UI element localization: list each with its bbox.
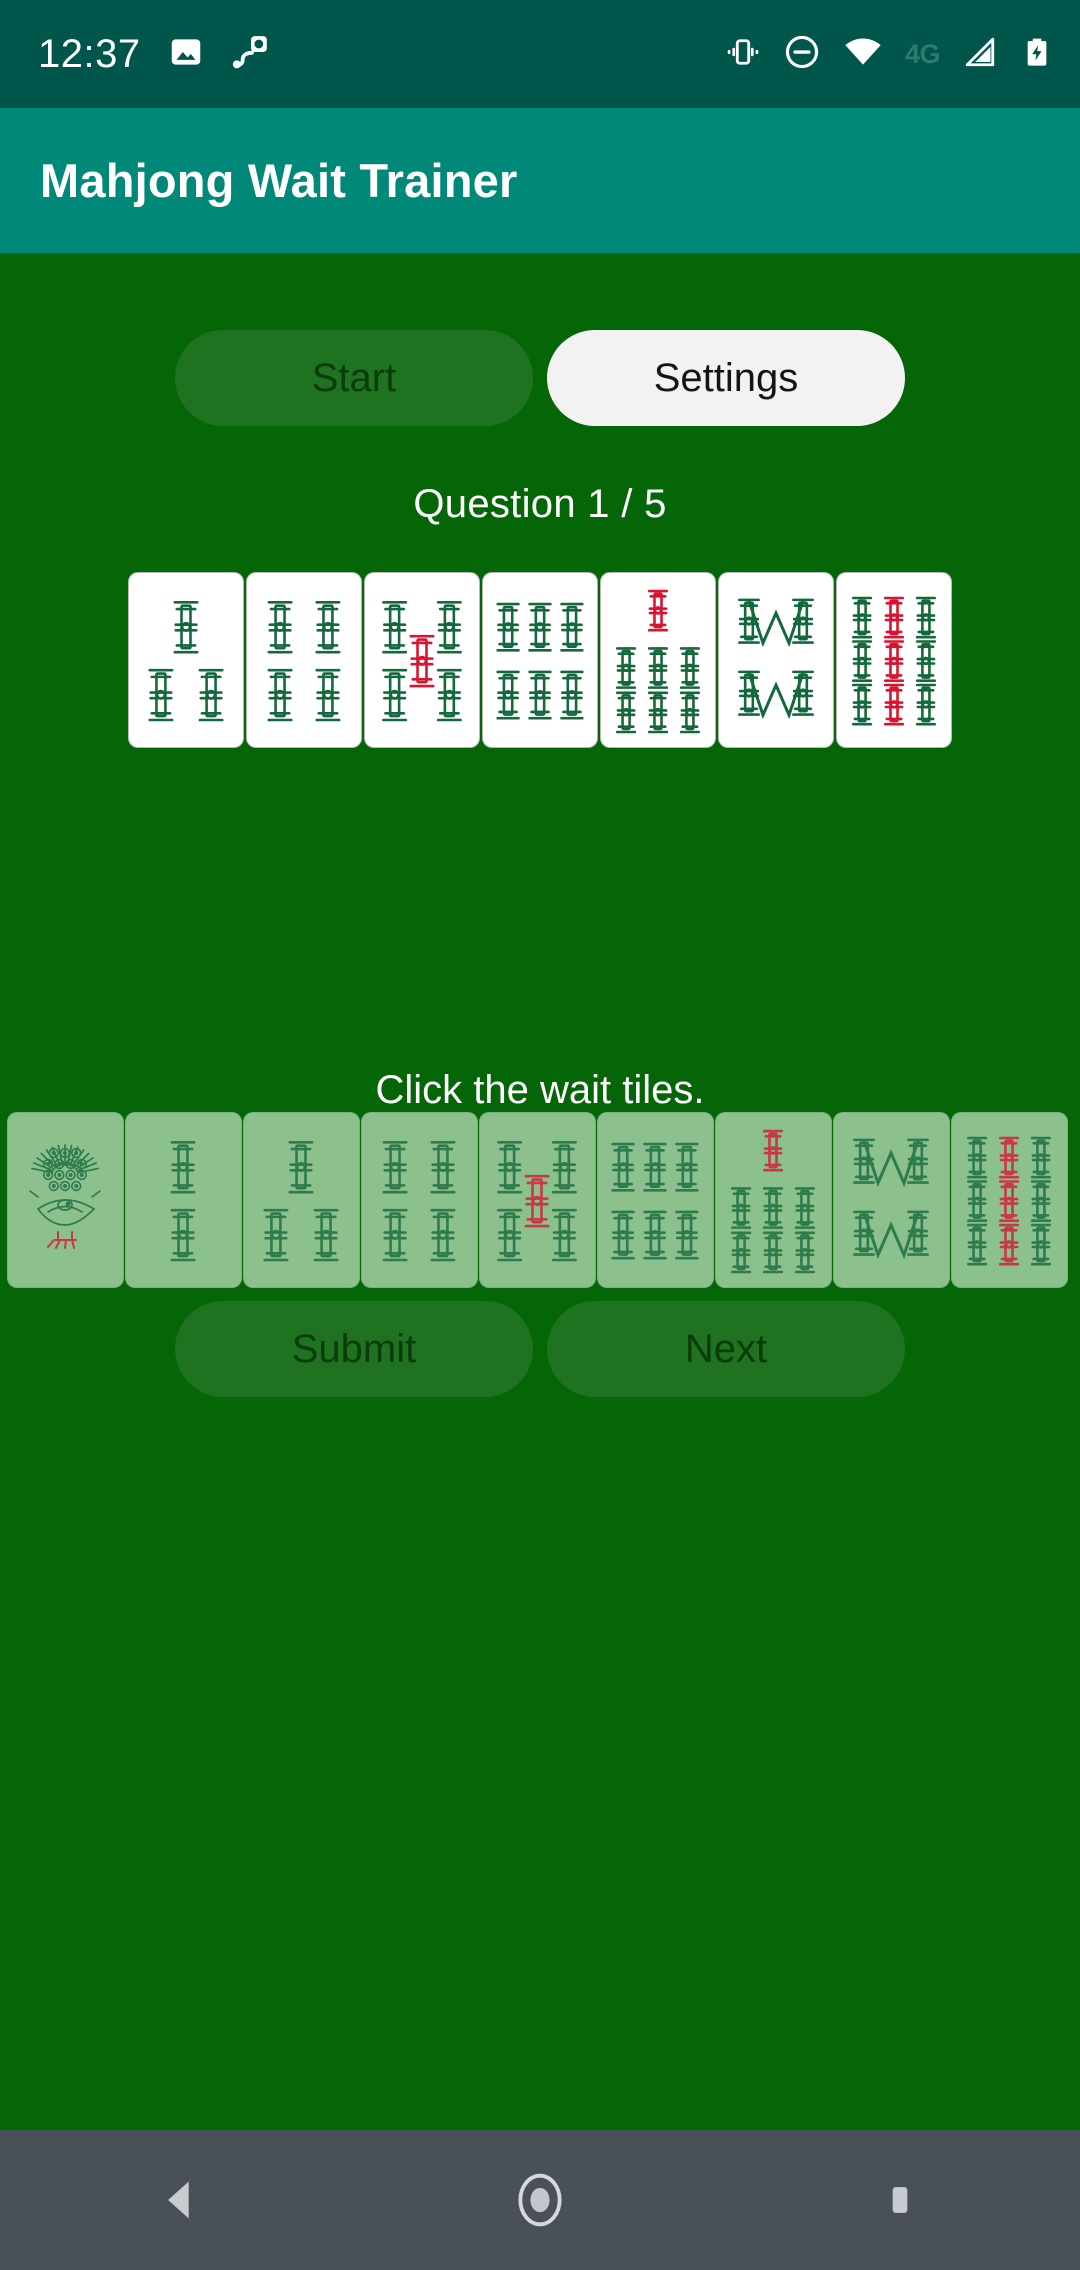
vibrate-icon (725, 34, 761, 75)
question-counter: Question 1 / 5 (413, 482, 667, 526)
action-button-row: Submit Next (0, 1301, 1080, 1397)
answer-tile-6-bamboo[interactable] (598, 1113, 713, 1287)
hand-tile-8-bamboo (719, 573, 833, 747)
page-title: Mahjong Wait Trainer (40, 154, 518, 207)
android-nav-bar (0, 2130, 1080, 2270)
answer-tile-7-bamboo[interactable] (716, 1113, 831, 1287)
hand-tile-5-bamboo (365, 573, 479, 747)
answer-tile-1-bamboo[interactable] (8, 1113, 123, 1287)
next-button[interactable]: Next (547, 1301, 905, 1397)
answer-tile-row[interactable] (8, 1113, 1067, 1287)
prompt-text: Click the wait tiles. (375, 1068, 705, 1112)
network-type-label: 4G (904, 38, 941, 69)
app-bar: Mahjong Wait Trainer (0, 108, 1080, 253)
answer-tile-3-bamboo[interactable] (244, 1113, 359, 1287)
start-button[interactable]: Start (175, 330, 533, 426)
status-bar-left: 12:37 (38, 32, 271, 77)
top-button-row: Start Settings (0, 330, 1080, 426)
nav-recents-button[interactable] (820, 2130, 980, 2270)
status-bar: 12:37 4G (0, 0, 1080, 108)
nav-home-button[interactable] (460, 2130, 620, 2270)
status-bar-clock: 12:37 (38, 31, 141, 76)
settings-button[interactable]: Settings (547, 330, 905, 426)
nav-back-button[interactable] (100, 2130, 260, 2270)
submit-button[interactable]: Submit (175, 1301, 533, 1397)
hand-tile-6-bamboo (483, 573, 597, 747)
do-not-disturb-icon (783, 33, 821, 76)
status-bar-right: 4G (725, 32, 1054, 77)
screen-record-icon (231, 32, 271, 77)
answer-tile-2-bamboo[interactable] (126, 1113, 241, 1287)
image-icon (167, 33, 205, 76)
answer-tile-8-bamboo[interactable] (834, 1113, 949, 1287)
wifi-icon (843, 32, 883, 77)
hand-tile-3-bamboo (129, 573, 243, 747)
hand-tile-7-bamboo (601, 573, 715, 747)
battery-charging-icon (1020, 35, 1054, 74)
answer-tile-4-bamboo[interactable] (362, 1113, 477, 1287)
hand-tile-9-bamboo (837, 573, 951, 747)
hand-tile-row (0, 573, 1080, 747)
answer-tile-5-bamboo[interactable] (480, 1113, 595, 1287)
signal-icon (962, 34, 998, 75)
main-content: Start Settings Question 1 / 5 Click the … (0, 253, 1080, 2130)
hand-tile-4-bamboo (247, 573, 361, 747)
answer-tile-9-bamboo[interactable] (952, 1113, 1067, 1287)
phone-screen: 12:37 4G Mahjong Wait Trainer Start Sett… (0, 0, 1080, 2270)
